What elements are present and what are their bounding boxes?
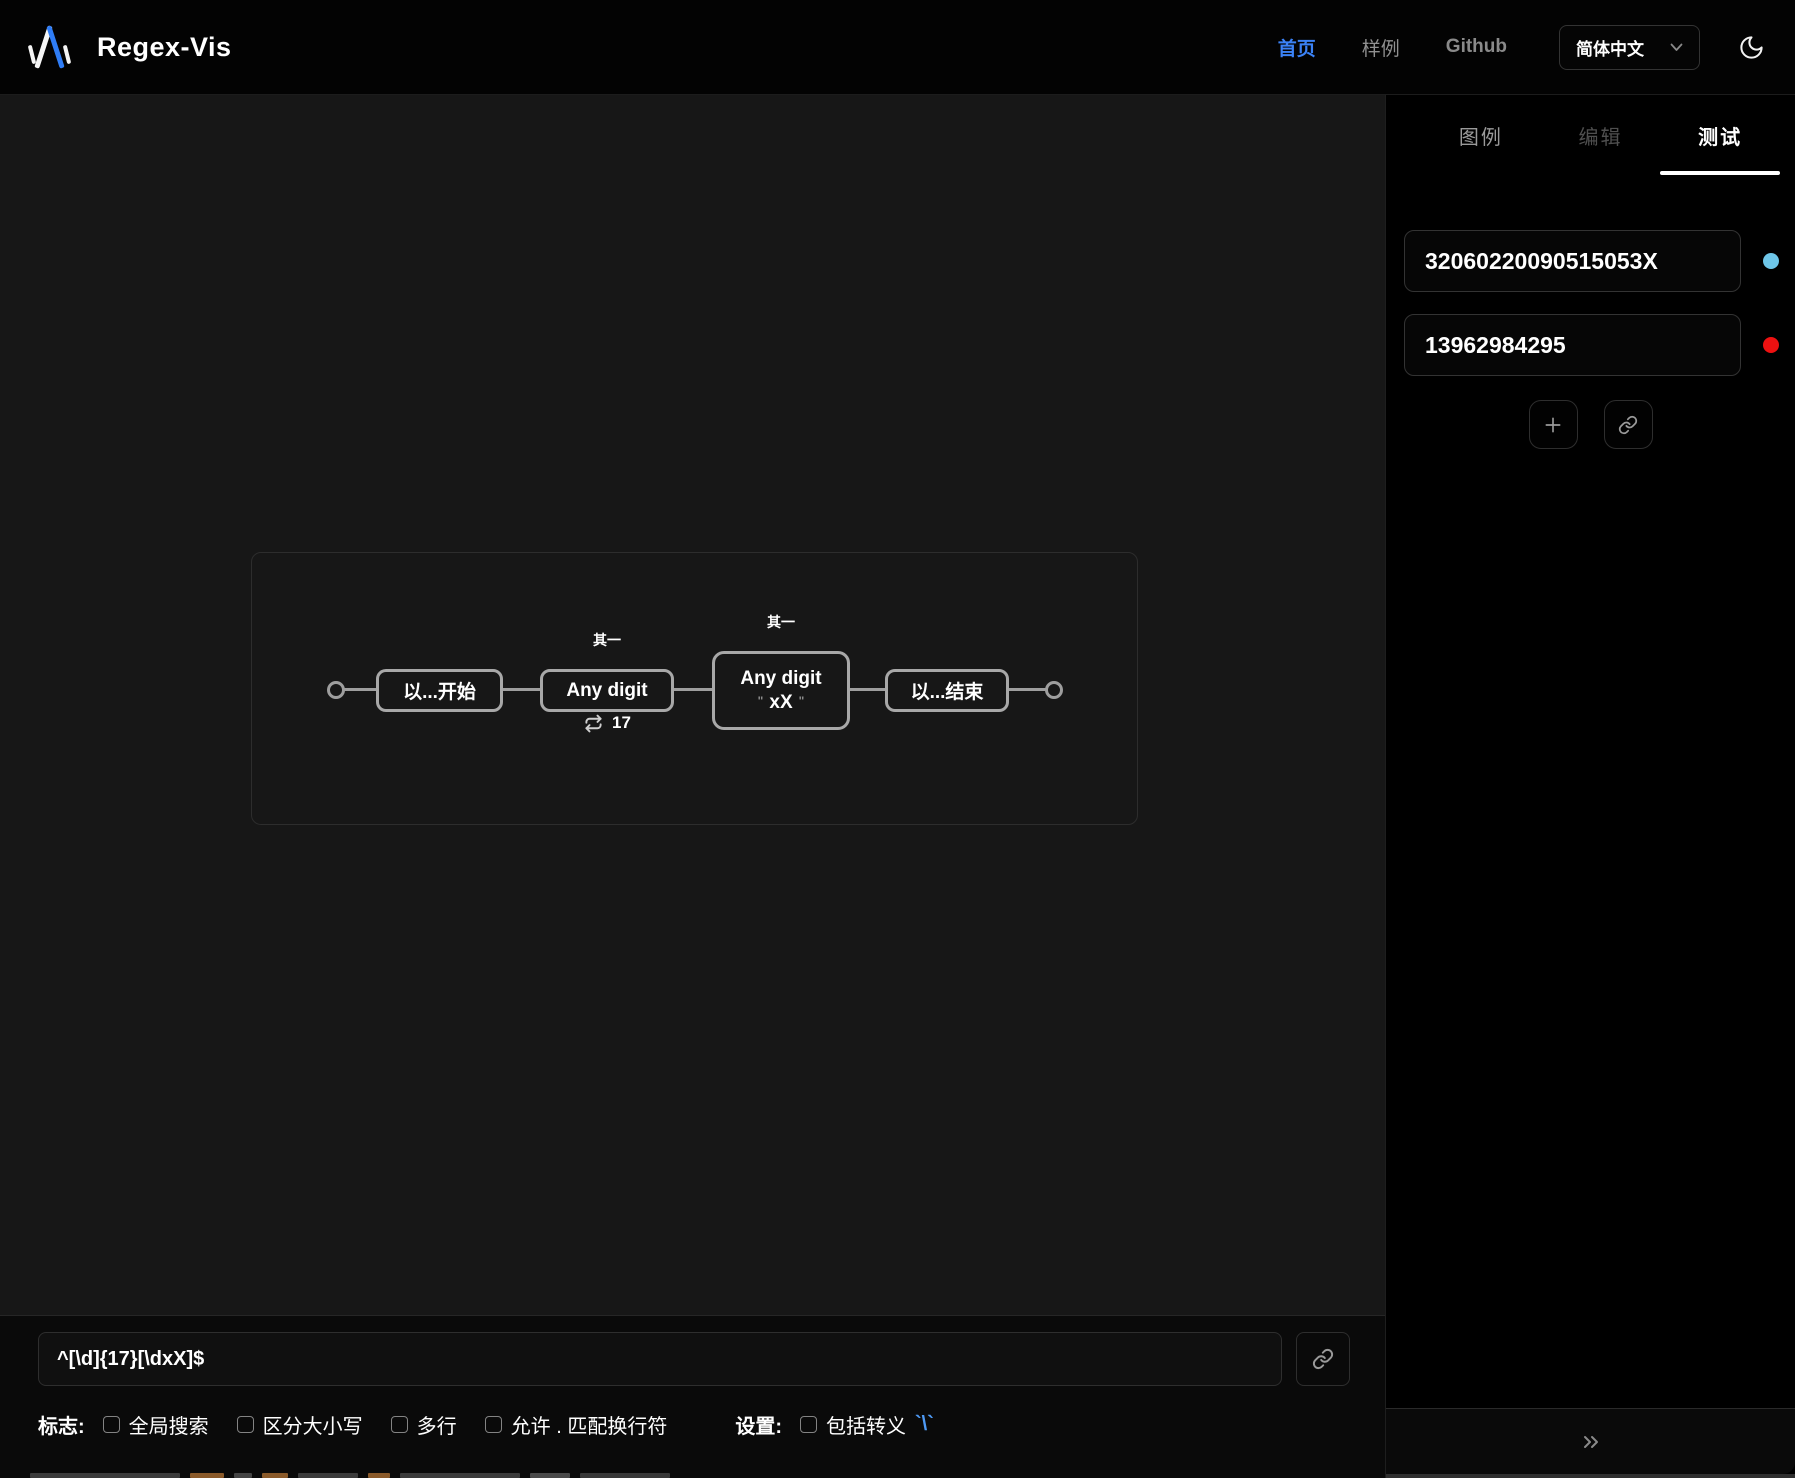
chevrons-right-icon bbox=[1579, 1430, 1603, 1454]
app-title: Regex-Vis bbox=[97, 32, 232, 63]
tab-label: 图例 bbox=[1459, 121, 1503, 150]
test-case-input-1[interactable] bbox=[1404, 230, 1741, 292]
tab-legend[interactable]: 图例 bbox=[1421, 95, 1541, 175]
close-quote: " bbox=[799, 695, 805, 707]
node-label: Any digit bbox=[566, 680, 647, 702]
clipped-glyphs bbox=[298, 1473, 358, 1478]
repeat-icon bbox=[583, 714, 604, 733]
clipped-glyphs bbox=[262, 1473, 288, 1478]
flag-dotall-checkbox[interactable] bbox=[485, 1416, 502, 1433]
node-badge: 其一 bbox=[540, 631, 674, 649]
node-label: 以...结束 bbox=[911, 677, 984, 704]
flag-global[interactable]: 全局搜索 bbox=[103, 1410, 209, 1439]
clipped-glyphs bbox=[400, 1473, 520, 1478]
clipped-glyphs bbox=[234, 1473, 252, 1478]
main-area: 以...开始 其一 Any digit 17 其一 An bbox=[0, 95, 1795, 1478]
regex-editor-panel: 标志: 全局搜索 区分大小写 多行 允许 . 匹配换行符 bbox=[0, 1315, 1385, 1478]
logo-stroke-accent bbox=[46, 25, 64, 68]
setting-code: `\` bbox=[915, 1413, 934, 1436]
tab-test[interactable]: 测试 bbox=[1660, 95, 1780, 175]
link-icon bbox=[1312, 1348, 1334, 1370]
flag-label: 区分大小写 bbox=[263, 1410, 363, 1439]
match-status-dot bbox=[1763, 337, 1779, 353]
node-char-class[interactable]: Any digit " xX " bbox=[712, 651, 850, 730]
tab-edit[interactable]: 编辑 bbox=[1541, 95, 1661, 175]
right-sidebar: 图例 编辑 测试 bbox=[1385, 95, 1795, 1478]
node-end-with[interactable]: 以...结束 bbox=[885, 669, 1009, 712]
theme-toggle-button[interactable] bbox=[1738, 34, 1765, 61]
clipped-glyphs bbox=[190, 1473, 224, 1478]
node-badge: 其一 bbox=[712, 613, 850, 631]
flag-dotall[interactable]: 允许 . 匹配换行符 bbox=[485, 1410, 668, 1439]
nav-home-link[interactable]: 首页 bbox=[1278, 34, 1316, 61]
main-nav: 首页 样例 Github bbox=[1278, 34, 1507, 61]
diagram-canvas[interactable]: 以...开始 其一 Any digit 17 其一 An bbox=[0, 95, 1385, 1315]
language-select[interactable]: 简体中文 bbox=[1559, 25, 1700, 70]
tab-label: 测试 bbox=[1698, 121, 1742, 150]
flag-label: 全局搜索 bbox=[129, 1410, 209, 1439]
test-case-row bbox=[1404, 230, 1795, 292]
setting-include-escape-checkbox[interactable] bbox=[800, 1416, 817, 1433]
regex-vis-logo-icon[interactable] bbox=[30, 22, 69, 72]
copy-tests-link-button[interactable] bbox=[1604, 400, 1653, 449]
sidebar-buttons-row bbox=[1386, 400, 1795, 449]
link-icon bbox=[1618, 415, 1638, 435]
collapse-sidebar-button[interactable] bbox=[1386, 1408, 1795, 1474]
add-test-case-button[interactable] bbox=[1529, 400, 1578, 449]
flags-group-label: 标志: bbox=[38, 1410, 85, 1439]
language-select-value: 简体中文 bbox=[1576, 35, 1644, 60]
node-literal-line: " xX " bbox=[758, 692, 805, 714]
nav-github-link[interactable]: Github bbox=[1446, 36, 1507, 58]
flag-case-sensitive-checkbox[interactable] bbox=[237, 1416, 254, 1433]
regex-row bbox=[38, 1332, 1385, 1386]
open-quote: " bbox=[758, 695, 764, 707]
clipped-glyphs bbox=[530, 1473, 570, 1478]
node-label: 以...开始 bbox=[403, 677, 476, 704]
logo-stroke bbox=[63, 44, 71, 63]
flag-global-checkbox[interactable] bbox=[103, 1416, 120, 1433]
moon-icon bbox=[1738, 34, 1765, 61]
app-header: Regex-Vis 首页 样例 Github 简体中文 bbox=[0, 0, 1795, 95]
node-any-digit[interactable]: Any digit bbox=[540, 669, 674, 712]
copy-permalink-button[interactable] bbox=[1296, 1332, 1350, 1386]
active-tab-underline bbox=[1660, 171, 1780, 175]
node-quantifier: 17 bbox=[540, 713, 674, 733]
plus-icon bbox=[1543, 415, 1563, 435]
clipped-glyphs bbox=[580, 1473, 670, 1478]
tab-label: 编辑 bbox=[1579, 121, 1623, 150]
node-label: Any digit bbox=[740, 668, 821, 690]
bottom-strip bbox=[1386, 1474, 1795, 1478]
workspace-column: 以...开始 其一 Any digit 17 其一 An bbox=[0, 95, 1385, 1478]
diagram-start-point bbox=[327, 681, 345, 699]
clipped-glyphs bbox=[30, 1473, 180, 1478]
flag-multiline-checkbox[interactable] bbox=[391, 1416, 408, 1433]
clipped-code-row bbox=[30, 1473, 670, 1478]
test-case-input-2[interactable] bbox=[1404, 314, 1741, 376]
test-case-row bbox=[1404, 314, 1795, 376]
regex-input[interactable] bbox=[38, 1332, 1282, 1386]
sidebar-tabs: 图例 编辑 测试 bbox=[1386, 95, 1795, 175]
flag-label: 允许 . 匹配换行符 bbox=[511, 1410, 668, 1439]
flags-row: 标志: 全局搜索 区分大小写 多行 允许 . 匹配换行符 bbox=[38, 1410, 1385, 1439]
setting-include-escape[interactable]: 包括转义 `\` bbox=[800, 1410, 934, 1439]
flag-multiline[interactable]: 多行 bbox=[391, 1410, 457, 1439]
nav-samples-link[interactable]: 样例 bbox=[1362, 34, 1400, 61]
chevron-down-icon bbox=[1670, 43, 1683, 52]
logo-stroke bbox=[28, 44, 36, 63]
repeat-count: 17 bbox=[612, 713, 631, 733]
settings-group-label: 设置: bbox=[735, 1410, 782, 1439]
node-begin-with[interactable]: 以...开始 bbox=[376, 669, 503, 712]
flag-label: 多行 bbox=[417, 1410, 457, 1439]
node-literal: xX bbox=[769, 692, 792, 714]
flag-case-sensitive[interactable]: 区分大小写 bbox=[237, 1410, 363, 1439]
diagram-end-point bbox=[1045, 681, 1063, 699]
setting-label: 包括转义 bbox=[826, 1410, 906, 1439]
match-status-dot bbox=[1763, 253, 1779, 269]
clipped-glyphs bbox=[368, 1473, 390, 1478]
